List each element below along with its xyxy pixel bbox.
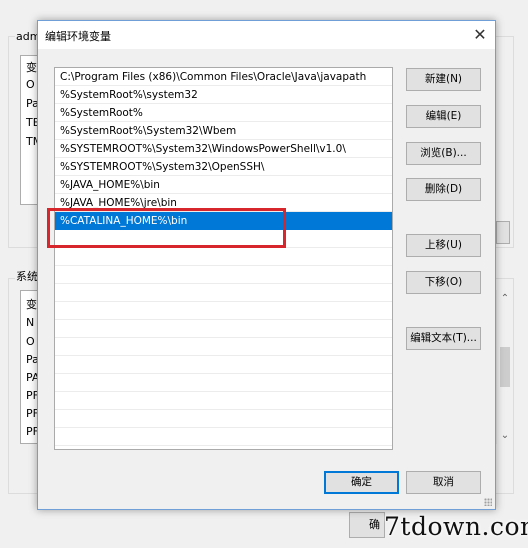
system-variables-scrollbar[interactable]: ⌃ ⌄ xyxy=(496,290,513,444)
empty-row xyxy=(55,248,392,266)
move-down-button[interactable]: 下移(O) xyxy=(406,271,481,294)
empty-row xyxy=(55,266,392,284)
path-item[interactable]: %SystemRoot%\System32\Wbem xyxy=(55,122,392,140)
empty-row xyxy=(55,410,392,428)
system-variables-label: 系统 xyxy=(15,268,39,284)
title-bar[interactable]: 编辑环境变量 ✕ xyxy=(38,21,495,49)
system-var-row: O xyxy=(26,335,35,348)
path-item[interactable]: %SystemRoot%\system32 xyxy=(55,86,392,104)
browse-button[interactable]: 浏览(B)... xyxy=(406,142,481,165)
chevron-down-icon[interactable]: ⌄ xyxy=(497,427,513,444)
empty-row xyxy=(55,320,392,338)
site-watermark: 7tdown.com xyxy=(384,512,528,541)
dialog-title: 编辑环境变量 xyxy=(45,30,111,43)
bottom-ok-button-label: 确 xyxy=(369,518,380,531)
scrollbar-thumb[interactable] xyxy=(500,347,510,387)
empty-row xyxy=(55,284,392,302)
empty-row xyxy=(55,374,392,392)
empty-row xyxy=(55,428,392,446)
user-var-row: O xyxy=(26,78,35,91)
system-var-row: N xyxy=(26,316,35,329)
empty-row xyxy=(55,392,392,410)
user-var-row: 变 xyxy=(26,61,37,74)
path-item[interactable]: C:\Program Files (x86)\Common Files\Orac… xyxy=(55,68,392,86)
path-item[interactable]: %SystemRoot% xyxy=(55,104,392,122)
edit-env-variable-dialog: 编辑环境变量 ✕ C:\Program Files (x86)\Common F… xyxy=(37,20,496,510)
cancel-button[interactable]: 取消 xyxy=(406,471,481,494)
delete-button[interactable]: 删除(D) xyxy=(406,178,481,201)
close-icon[interactable]: ✕ xyxy=(465,21,495,49)
user-variables-button[interactable] xyxy=(496,221,510,244)
path-item[interactable]: %SYSTEMROOT%\System32\OpenSSH\ xyxy=(55,158,392,176)
edit-text-button[interactable]: 编辑文本(T)... xyxy=(406,327,481,350)
ok-button[interactable]: 确定 xyxy=(324,471,399,494)
bottom-ok-button[interactable]: 确 xyxy=(349,512,385,538)
highlight-annotation-box xyxy=(47,208,286,248)
chevron-up-icon[interactable]: ⌃ xyxy=(497,290,513,307)
path-item[interactable]: %SYSTEMROOT%\System32\WindowsPowerShell\… xyxy=(55,140,392,158)
empty-row xyxy=(55,356,392,374)
system-var-row: 变 xyxy=(26,298,37,311)
path-item[interactable]: %JAVA_HOME%\bin xyxy=(55,176,392,194)
edit-button[interactable]: 编辑(E) xyxy=(406,105,481,128)
new-button[interactable]: 新建(N) xyxy=(406,68,481,91)
path-list[interactable]: C:\Program Files (x86)\Common Files\Orac… xyxy=(54,67,393,450)
resize-grip-icon[interactable] xyxy=(484,498,492,506)
empty-row xyxy=(55,302,392,320)
move-up-button[interactable]: 上移(U) xyxy=(406,234,481,257)
empty-row xyxy=(55,338,392,356)
